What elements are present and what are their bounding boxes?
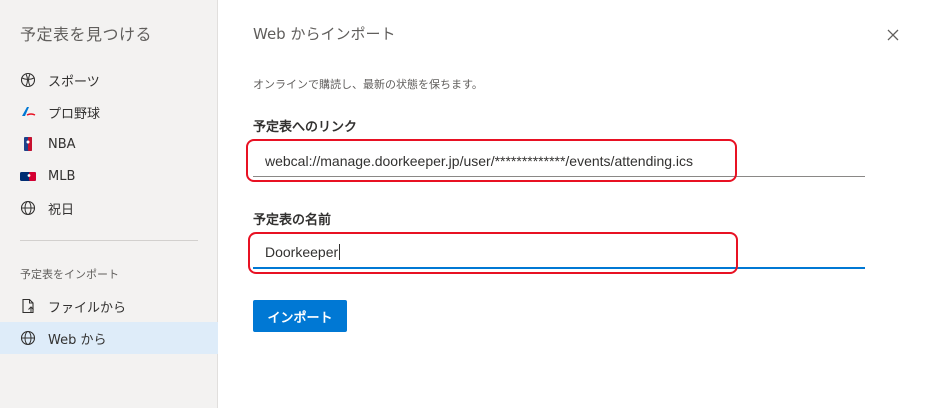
file-icon [20, 298, 36, 314]
calendar-link-label: 予定表へのリンク [253, 120, 358, 135]
pro-baseball-icon [20, 104, 36, 120]
nba-icon [20, 136, 36, 152]
sports-icon [20, 72, 36, 88]
sidebar-item-label: MLB [48, 168, 76, 184]
globe-icon [20, 200, 36, 216]
sidebar-item-label: Web から [48, 332, 107, 348]
sidebar-item-label: 祝日 [48, 202, 75, 218]
sidebar-item-nba[interactable]: NBA [0, 128, 218, 160]
import-button[interactable]: インポート [253, 300, 347, 332]
close-button[interactable] [884, 26, 902, 44]
mlb-icon [20, 168, 36, 184]
sidebar-item-label: ファイルから [48, 300, 127, 316]
sidebar-item-from-web[interactable]: Web から [0, 322, 218, 354]
description-text: オンラインで購読し、最新の状態を保ちます。 [253, 78, 483, 91]
sidebar: 予定表を見つける スポーツ プロ野球 NBA MLB 祝日 予定表をインポート [0, 0, 218, 408]
close-icon [887, 29, 899, 41]
calendar-name-label: 予定表の名前 [253, 213, 332, 228]
calendar-name-input[interactable]: Doorkeeper [253, 237, 865, 269]
sidebar-item-label: NBA [48, 136, 76, 152]
import-section-label: 予定表をインポート [20, 268, 119, 281]
page-title: Web からインポート [253, 25, 396, 43]
sidebar-item-holidays[interactable]: 祝日 [0, 192, 218, 224]
sidebar-item-pro-baseball[interactable]: プロ野球 [0, 96, 218, 128]
text-cursor [339, 244, 341, 260]
sidebar-item-from-file[interactable]: ファイルから [0, 290, 218, 322]
sidebar-item-mlb[interactable]: MLB [0, 160, 218, 192]
calendar-name-value: Doorkeeper [265, 244, 339, 260]
sidebar-item-label: スポーツ [48, 74, 100, 90]
sidebar-item-sports[interactable]: スポーツ [0, 64, 218, 96]
calendar-link-input[interactable]: webcal://manage.doorkeeper.jp/user/*****… [253, 145, 865, 177]
sidebar-title: 予定表を見つける [20, 25, 153, 44]
calendar-link-value: webcal://manage.doorkeeper.jp/user/*****… [265, 152, 694, 169]
sidebar-divider [20, 240, 198, 241]
sidebar-item-label: プロ野球 [48, 106, 101, 122]
globe-icon [20, 330, 36, 346]
